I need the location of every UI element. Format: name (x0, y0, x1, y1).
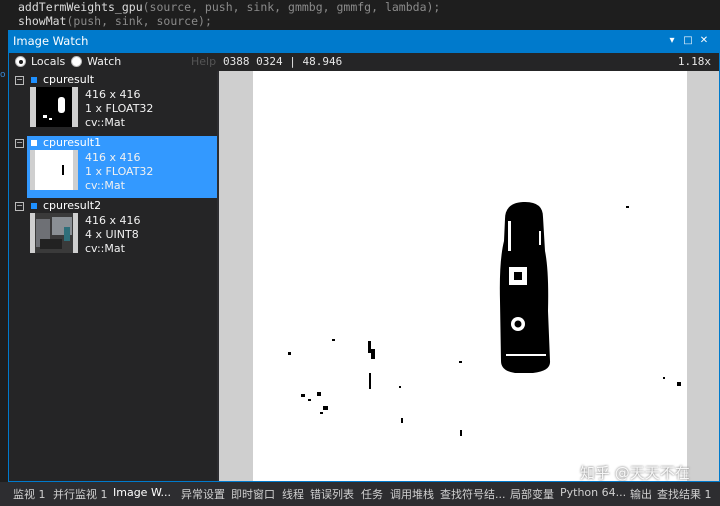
locals-radio[interactable] (15, 56, 26, 67)
dropdown-icon[interactable]: ▾ (665, 33, 679, 49)
mat-icon (31, 77, 37, 83)
thumbnail-graphic (30, 150, 78, 190)
image-list-item[interactable]: − cpuresult2 416 x 416 4 x UINT8 cv::Mat (15, 199, 217, 261)
viewer-margin-left (219, 71, 253, 481)
mat-icon (31, 203, 37, 209)
item-name: cpuresult2 (43, 199, 102, 212)
item-type: 1 x FLOAT32 (85, 102, 154, 115)
breakpoint-marker: o (0, 70, 6, 80)
item-kind: cv::Mat (85, 242, 125, 255)
function-name: showMat (18, 14, 67, 28)
item-size: 416 x 416 (85, 214, 141, 227)
tab-locals[interactable]: 局部变量 (510, 486, 554, 502)
collapse-icon[interactable]: − (15, 76, 24, 85)
item-type: 1 x FLOAT32 (85, 165, 154, 178)
tab-find-symbol-results[interactable]: 查找符号结... (440, 486, 506, 502)
pixel-info-readout: 0388 0324 | 48.946 (223, 55, 343, 68)
image-thumbnail (30, 213, 78, 253)
image-thumbnail (30, 87, 78, 127)
item-type: 4 x UINT8 (85, 228, 139, 241)
tab-immediate-window[interactable]: 即时窗口 (231, 486, 275, 502)
code-line-1[interactable]: addTermWeights_gpu(source, push, sink, g… (18, 0, 440, 14)
panel-titlebar[interactable]: Image Watch ▾ □ ✕ (9, 31, 719, 53)
maximize-icon[interactable]: □ (681, 33, 695, 49)
watermark: 知乎 @天天不在 (580, 464, 690, 482)
item-size: 416 x 416 (85, 88, 141, 101)
code-line-2[interactable]: showMat(push, sink, source); (18, 14, 212, 28)
tab-output[interactable]: 输出 (630, 486, 652, 502)
tab-call-stack[interactable]: 调用堆栈 (390, 486, 434, 502)
panel-title: Image Watch (13, 34, 89, 48)
item-name: cpuresult (43, 73, 95, 86)
item-name: cpuresult1 (43, 136, 102, 149)
function-args: (push, sink, source); (66, 14, 212, 28)
help-link[interactable]: Help (191, 55, 216, 68)
item-size: 416 x 416 (85, 151, 141, 164)
thumbnail-graphic (30, 213, 78, 253)
item-kind: cv::Mat (85, 116, 125, 129)
function-args: (source, push, sink, gmmbg, gmmfg, lambd… (142, 0, 441, 14)
watch-radio[interactable] (71, 56, 82, 67)
tab-error-list[interactable]: 错误列表 (310, 486, 354, 502)
tab-parallel-watch-1[interactable]: 并行监视 1 (53, 486, 108, 502)
image-list-item[interactable]: − cpuresult 416 x 416 1 x FLOAT32 cv::Ma… (15, 73, 217, 135)
thumbnail-graphic (30, 87, 78, 127)
tab-image-watch[interactable]: Image W... (113, 486, 171, 499)
tab-threads[interactable]: 线程 (282, 486, 304, 502)
tab-watch-1[interactable]: 监视 1 (13, 486, 46, 502)
bottom-tab-bar: 监视 1 并行监视 1 Image W... 异常设置 即时窗口 线程 错误列表… (0, 482, 720, 506)
item-kind: cv::Mat (85, 179, 125, 192)
mat-icon (31, 140, 37, 146)
code-editor[interactable]: o addTermWeights_gpu(source, push, sink,… (0, 0, 720, 80)
collapse-icon[interactable]: − (15, 202, 24, 211)
image-list-item-selected[interactable]: − cpuresult1 416 x 416 1 x FLOAT32 cv::M… (15, 136, 217, 198)
collapse-icon[interactable]: − (15, 139, 24, 148)
viewer-margin-right (687, 71, 719, 481)
function-name: addTermWeights_gpu (18, 0, 143, 14)
mask-graphic (253, 71, 687, 481)
tab-exception-settings[interactable]: 异常设置 (181, 486, 225, 502)
mask-image[interactable] (253, 71, 687, 481)
locals-label[interactable]: Locals (31, 55, 65, 68)
image-watch-toolbar: Locals Watch Help 0388 0324 | 48.946 1.1… (9, 53, 719, 71)
tab-find-results-1[interactable]: 查找结果 1 (657, 486, 712, 502)
image-viewer[interactable] (219, 71, 719, 481)
watch-label[interactable]: Watch (87, 55, 121, 68)
tab-python-64[interactable]: Python 64... (560, 486, 626, 499)
image-watch-panel: Image Watch ▾ □ ✕ Locals Watch Help 0388… (8, 30, 720, 482)
image-list: − cpuresult 416 x 416 1 x FLOAT32 cv::Ma… (9, 71, 217, 481)
close-icon[interactable]: ✕ (697, 33, 711, 49)
image-thumbnail (30, 150, 78, 190)
tab-tasks[interactable]: 任务 (361, 486, 383, 502)
zoom-level: 1.18x (677, 55, 711, 68)
